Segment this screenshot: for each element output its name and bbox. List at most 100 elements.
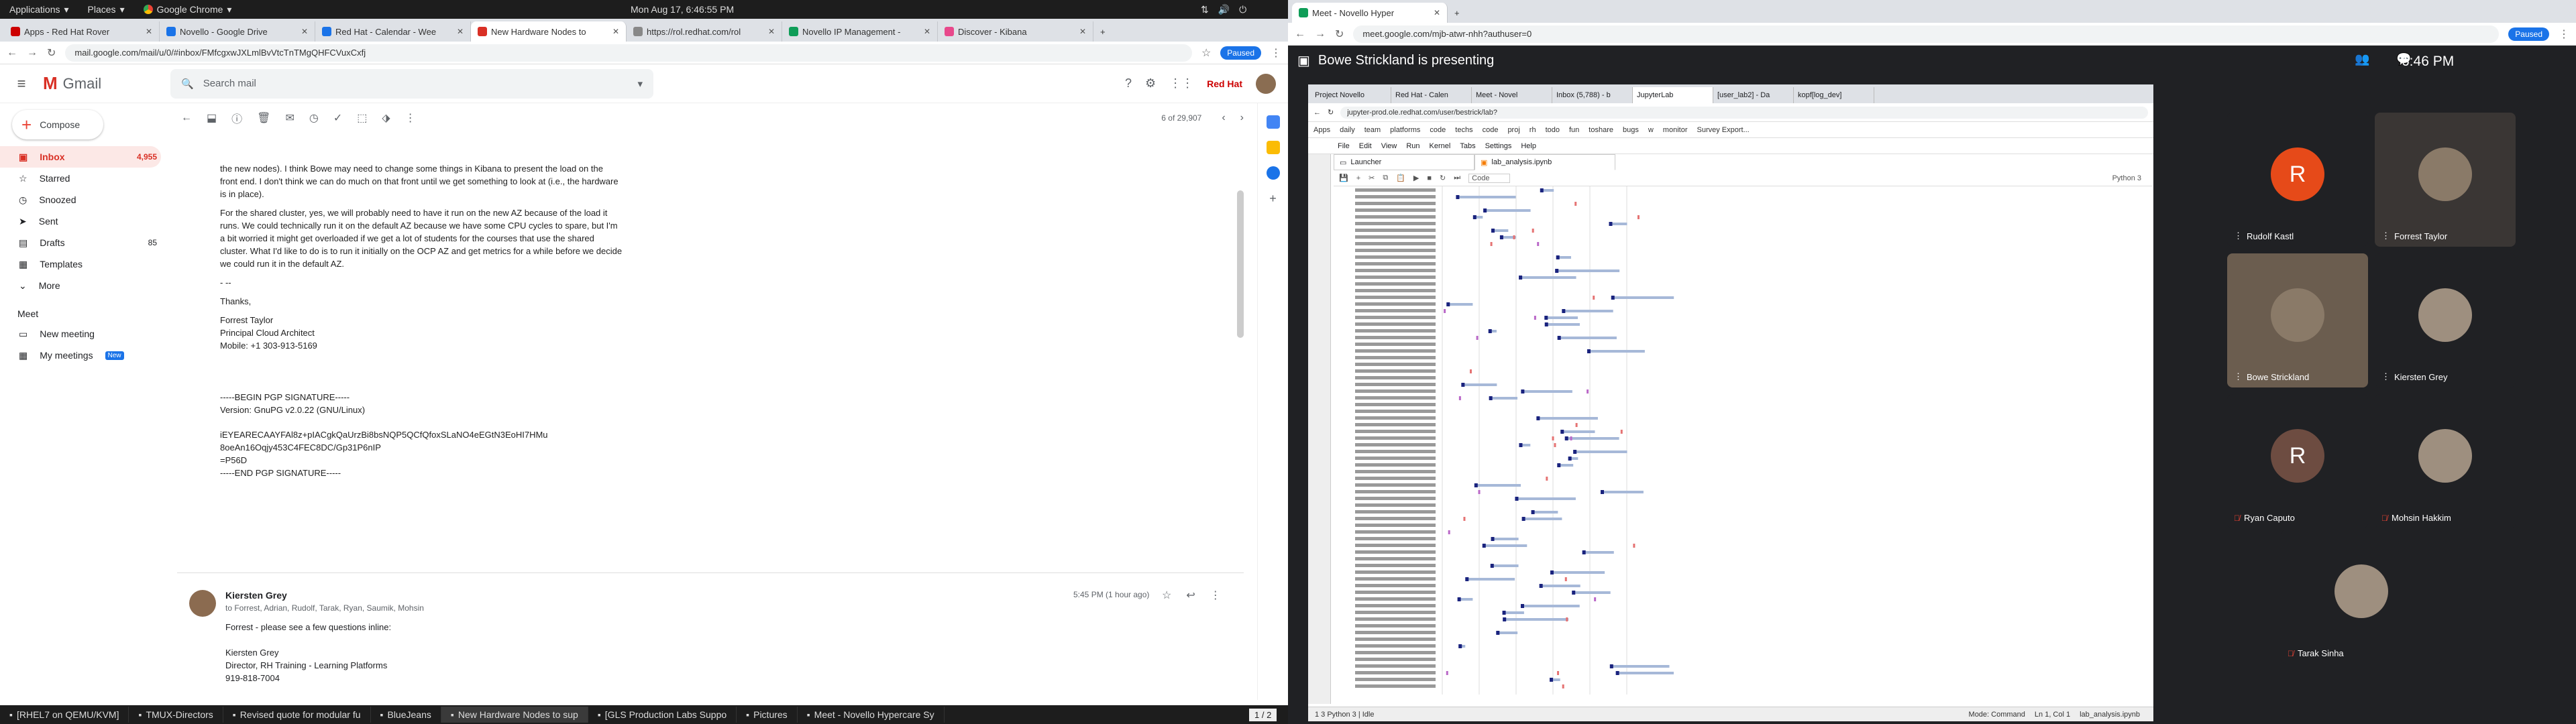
profile-paused-button[interactable]: Paused	[2508, 27, 2549, 41]
browser-tab[interactable]: Meet - Novello Hyper ✕	[1292, 3, 1448, 23]
profile-paused-button[interactable]: Paused	[1220, 46, 1261, 60]
account-avatar[interactable]	[1256, 73, 1276, 94]
compose-button[interactable]: + Compose	[12, 110, 103, 139]
taskbar-window-button[interactable]: ▪ New Hardware Nodes to sup	[441, 707, 588, 723]
back-to-inbox-icon[interactable]: ←	[181, 112, 192, 124]
close-tab-icon[interactable]: ✕	[1434, 8, 1440, 17]
sender-name[interactable]: Kiersten Grey	[225, 590, 287, 601]
reload-icon[interactable]: ↻	[47, 46, 56, 60]
menu-kebab-icon[interactable]: ⋮	[1271, 46, 1281, 60]
row-label	[1355, 289, 1436, 292]
close-tab-icon[interactable]: ✕	[612, 27, 619, 36]
taskbar-window-button[interactable]: ▪ BlueJeans	[371, 707, 441, 723]
timeline-marker	[1556, 255, 1560, 259]
participant-tile[interactable]: ⋮ Bowe Strickland	[2227, 253, 2368, 387]
scrollbar[interactable]	[1237, 190, 1244, 338]
star-icon[interactable]: ☆	[1162, 589, 1171, 602]
older-icon[interactable]: ›	[1240, 112, 1257, 124]
add-addon-icon[interactable]: +	[1267, 192, 1280, 205]
new-tab-button[interactable]: +	[1448, 3, 1468, 23]
recipients[interactable]: to Forrest, Adrian, Rudolf, Tarak, Ryan,…	[225, 603, 424, 613]
browser-tab[interactable]: Apps - Red Hat Rover ✕	[4, 21, 160, 42]
browser-tab[interactable]: Red Hat - Calendar - Wee ✕	[315, 21, 471, 42]
reload-icon[interactable]: ↻	[1335, 27, 1344, 41]
taskbar-window-button[interactable]: ▪ [RHEL7 on QEMU/KVM]	[0, 707, 129, 723]
tab-label: Launcher	[1350, 158, 1382, 166]
forward-icon[interactable]: →	[1315, 28, 1326, 40]
apps-grid-icon[interactable]: ⋮⋮	[1169, 76, 1193, 90]
close-tab-icon[interactable]: ✕	[457, 27, 464, 36]
taskbar-window-button[interactable]: ▪ Meet - Novello Hypercare Sy	[798, 707, 945, 723]
participant-tile[interactable]: ⋮ Kiersten Grey	[2375, 253, 2516, 387]
close-tab-icon[interactable]: ✕	[1079, 27, 1086, 36]
help-icon[interactable]: ?	[1125, 76, 1132, 90]
more-icon[interactable]: ⋮	[1210, 589, 1221, 602]
new-meeting-link[interactable]: ▭ New meeting	[0, 323, 161, 345]
add-task-icon[interactable]: ✓	[333, 111, 342, 125]
reply-icon[interactable]: ↩	[1186, 589, 1195, 602]
search-box[interactable]: 🔍 Search mail ▾	[170, 68, 653, 99]
calendar-icon[interactable]	[1266, 115, 1280, 129]
participant-tile[interactable]: R 🎙̸ Ryan Caputo	[2227, 394, 2368, 528]
sidebar-item-inbox[interactable]: ▣ Inbox 4,955	[0, 146, 161, 168]
close-tab-icon[interactable]: ✕	[301, 27, 308, 36]
address-bar[interactable]: meet.google.com/mjb-atwr-nhh?authuser=0	[1353, 25, 2500, 43]
participant-tile[interactable]: R ⋮ Rudolf Kastl	[2227, 113, 2368, 247]
mark-unread-icon[interactable]: ✉	[285, 111, 294, 125]
system-tray[interactable]: ⇅ 🔊 ⏻	[1201, 4, 1246, 15]
browser-tab[interactable]: Novello IP Management - ✕	[782, 21, 938, 42]
active-app-menu[interactable]: Google Chrome ▾	[134, 4, 241, 15]
participant-tile[interactable]: 🎙̸ Mohsin Hakkim	[2375, 394, 2516, 528]
browser-tab[interactable]: https://rol.redhat.com/rol ✕	[627, 21, 782, 42]
forward-icon[interactable]: →	[27, 47, 38, 59]
keep-icon[interactable]	[1266, 141, 1280, 154]
applications-label: Applications	[9, 4, 60, 15]
system-clock[interactable]: Mon Aug 17, 6:46:55 PM	[631, 4, 734, 15]
sidebar-item-count: 4,955	[136, 152, 157, 162]
settings-gear-icon[interactable]: ⚙	[1145, 76, 1156, 90]
star-icon[interactable]: ☆	[1201, 46, 1211, 60]
taskbar-window-button[interactable]: ▪ Revised quote for modular fu	[223, 707, 371, 723]
taskbar-window-button[interactable]: ▪ [GLS Production Labs Suppo	[588, 707, 737, 723]
timeline-marker	[1582, 550, 1586, 554]
sidebar-item-snoozed[interactable]: ◷ Snoozed	[0, 189, 161, 210]
sidebar-item-more[interactable]: ⌄ More	[0, 275, 161, 296]
close-tab-icon[interactable]: ✕	[924, 27, 930, 36]
browser-tab[interactable]: New Hardware Nodes to ✕	[471, 21, 627, 42]
tasks-icon[interactable]	[1266, 166, 1280, 180]
back-icon[interactable]: ←	[7, 47, 17, 59]
taskbar-window-button[interactable]: ▪ TMUX-Directors	[129, 707, 223, 723]
archive-icon[interactable]: ⬓	[207, 111, 217, 125]
more-actions-icon[interactable]: ⋮	[405, 111, 416, 125]
browser-tab[interactable]: Novello - Google Drive ✕	[160, 21, 315, 42]
main-menu-icon[interactable]: ≡	[0, 75, 43, 93]
my-meetings-link[interactable]: ▦ My meetings New	[0, 345, 161, 366]
participant-tile[interactable]: 🎙̸ Tarak Sinha	[2281, 530, 2442, 664]
new-tab-button[interactable]: +	[1093, 21, 1114, 42]
close-tab-icon[interactable]: ✕	[768, 27, 775, 36]
sidebar-item-starred[interactable]: ☆ Starred	[0, 168, 161, 189]
restart-icon: ↻	[1440, 174, 1446, 182]
sidebar-item-drafts[interactable]: ▤ Drafts 85	[0, 232, 161, 253]
people-icon[interactable]: 👥	[2355, 52, 2369, 66]
newer-icon[interactable]: ‹	[1222, 112, 1225, 124]
delete-icon[interactable]: 🗑	[257, 111, 270, 125]
close-tab-icon[interactable]: ✕	[146, 27, 152, 36]
participant-tile[interactable]: ⋮ Forrest Taylor	[2375, 113, 2516, 247]
taskbar-window-button[interactable]: ▪ Pictures	[737, 707, 798, 723]
back-icon[interactable]: ←	[1295, 28, 1305, 40]
address-bar[interactable]: mail.google.com/mail/u/0/#inbox/FMfcgxwJ…	[65, 44, 1192, 62]
sidebar-item-templates[interactable]: ▦ Templates	[0, 253, 161, 275]
snooze-icon[interactable]: ◷	[309, 111, 319, 125]
gmail-logo[interactable]: M Gmail	[43, 73, 170, 94]
menu-kebab-icon[interactable]: ⋮	[2559, 27, 2569, 41]
sidebar-item-sent[interactable]: ➤ Sent	[0, 210, 161, 232]
workspace-switcher[interactable]: 1 / 2	[1249, 708, 1277, 721]
search-options-icon[interactable]: ▾	[637, 78, 643, 90]
label-icon[interactable]: ⬗	[382, 111, 390, 125]
move-to-icon[interactable]: ⬚	[357, 111, 367, 125]
browser-tab[interactable]: Discover - Kibana ✕	[938, 21, 1093, 42]
places-menu[interactable]: Places ▾	[78, 4, 134, 15]
report-spam-icon[interactable]: ⓘ	[231, 110, 242, 126]
applications-menu[interactable]: Applications ▾	[0, 4, 78, 15]
